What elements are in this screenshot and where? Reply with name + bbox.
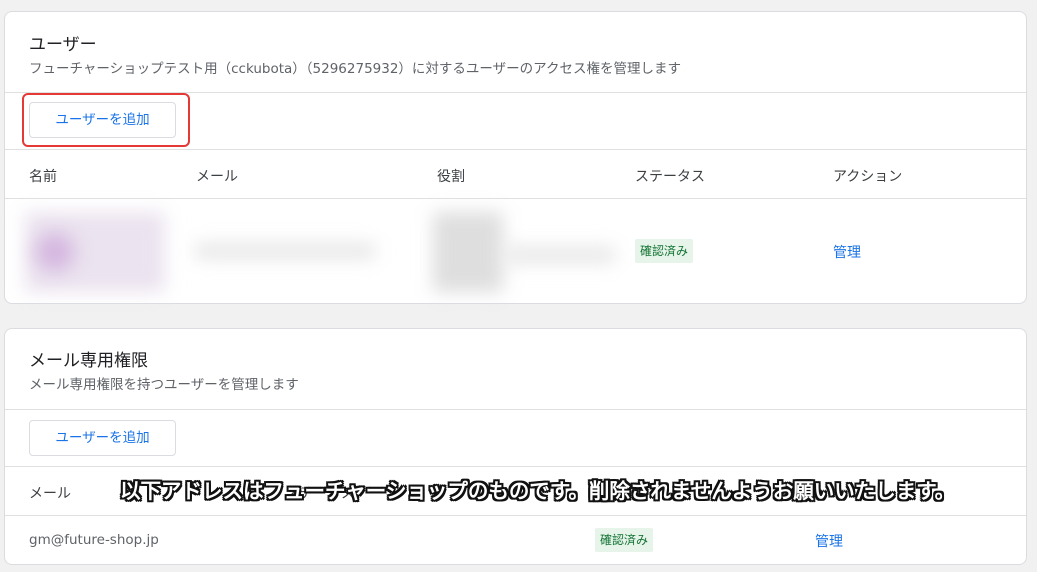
column-header-email[interactable]: メール: [196, 166, 238, 186]
column-header-status[interactable]: ステータス: [635, 166, 705, 186]
divider: [5, 466, 1026, 467]
divider: [5, 409, 1026, 410]
mail-only-description: メール専用権限を持つユーザーを管理します: [29, 377, 299, 393]
avatar-icon: [35, 232, 75, 272]
column-header-name[interactable]: 名前: [29, 166, 57, 186]
mail-only-title: メール専用権限: [29, 351, 148, 371]
users-card: ユーザー フューチャーショップテスト用（cckubota）（5296275932…: [4, 11, 1027, 304]
column-header-email[interactable]: メール: [29, 483, 71, 503]
manage-link[interactable]: 管理: [833, 242, 861, 262]
divider: [5, 149, 1026, 150]
redacted-role-detail: [505, 247, 615, 263]
status-badge: 確認済み: [595, 528, 654, 552]
email-cell: gm@future-shop.jp: [29, 532, 159, 548]
column-header-role[interactable]: 役割: [437, 166, 465, 186]
mail-only-card: メール専用権限 メール専用権限を持つユーザーを管理します ユーザーを追加 メール…: [4, 328, 1027, 565]
redacted-email: [195, 244, 375, 258]
redacted-role: [433, 212, 503, 292]
overlay-caption: 以下アドレスはフューチャーショップのものです。削除されませんようお願いいたします…: [120, 479, 956, 503]
manage-link[interactable]: 管理: [815, 531, 843, 551]
add-user-button[interactable]: ユーザーを追加: [29, 420, 176, 456]
users-title: ユーザー: [29, 35, 97, 55]
users-description: フューチャーショップテスト用（cckubota）（5296275932）に対する…: [29, 61, 681, 77]
divider: [5, 198, 1026, 199]
divider: [5, 515, 1026, 516]
column-header-action: アクション: [833, 169, 903, 185]
add-user-button[interactable]: ユーザーを追加: [29, 102, 176, 138]
status-badge: 確認済み: [635, 239, 694, 263]
